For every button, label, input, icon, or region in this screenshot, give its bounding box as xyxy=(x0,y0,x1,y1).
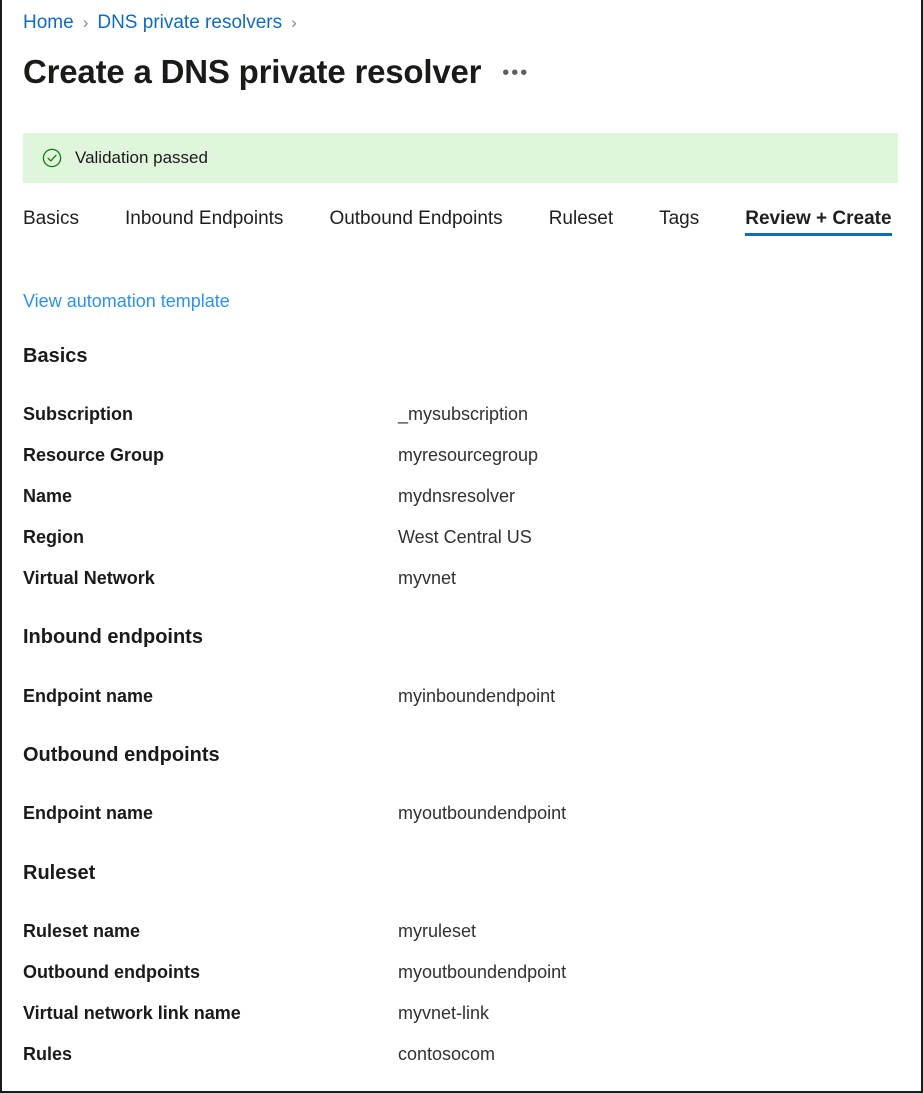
table-row: Name mydnsresolver xyxy=(23,484,538,525)
validation-banner: Validation passed xyxy=(23,133,898,183)
table-row: Rules contosocom xyxy=(23,1042,566,1066)
row-label: Subscription xyxy=(23,402,398,443)
section-rows-ruleset: Ruleset name myruleset Outbound endpoint… xyxy=(23,919,566,1066)
section-heading-outbound-endpoints: Outbound endpoints xyxy=(23,742,220,768)
row-label: Virtual network link name xyxy=(23,1001,398,1042)
tab-inbound-endpoints[interactable]: Inbound Endpoints xyxy=(125,206,283,252)
section-heading-outbound-wrap: Outbound endpoints xyxy=(23,742,220,768)
create-dns-private-resolver-page: Home › DNS private resolvers › Create a … xyxy=(2,0,921,1091)
ruleset-table: Ruleset name myruleset Outbound endpoint… xyxy=(23,919,566,1066)
section-heading-inbound-endpoints: Inbound endpoints xyxy=(23,624,203,650)
table-row: Endpoint name myoutboundendpoint xyxy=(23,801,566,825)
section-heading-basics-wrap: Basics xyxy=(23,343,88,369)
validation-banner-text: Validation passed xyxy=(75,147,208,169)
table-row: Virtual network link name myvnet-link xyxy=(23,1001,566,1042)
row-label: Endpoint name xyxy=(23,684,398,708)
section-rows-basics: Subscription _mysubscription Resource Gr… xyxy=(23,402,538,590)
basics-table: Subscription _mysubscription Resource Gr… xyxy=(23,402,538,590)
review-content: View automation template Basics Subscrip… xyxy=(23,289,901,314)
table-row: Outbound endpoints myoutboundendpoint xyxy=(23,960,566,1001)
view-automation-template-link[interactable]: View automation template xyxy=(23,289,230,314)
table-row: Ruleset name myruleset xyxy=(23,919,566,960)
row-value: _mysubscription xyxy=(398,402,538,443)
row-label: Resource Group xyxy=(23,443,398,484)
row-label: Endpoint name xyxy=(23,801,398,825)
section-heading-ruleset: Ruleset xyxy=(23,860,95,886)
row-label: Virtual Network xyxy=(23,566,398,590)
more-actions-icon[interactable]: ••• xyxy=(502,63,529,83)
inbound-endpoints-table: Endpoint name myinboundendpoint xyxy=(23,684,555,708)
row-value: mydnsresolver xyxy=(398,484,538,525)
table-row: Resource Group myresourcegroup xyxy=(23,443,538,484)
tab-outbound-endpoints[interactable]: Outbound Endpoints xyxy=(329,206,502,252)
screenshot-frame: Home › DNS private resolvers › Create a … xyxy=(0,0,923,1093)
row-label: Ruleset name xyxy=(23,919,398,960)
table-row: Subscription _mysubscription xyxy=(23,402,538,443)
row-value: myvnet-link xyxy=(398,1001,566,1042)
row-label: Region xyxy=(23,525,398,566)
row-label: Name xyxy=(23,484,398,525)
breadcrumb-item-dns-private-resolvers[interactable]: DNS private resolvers xyxy=(97,10,282,36)
row-label: Outbound endpoints xyxy=(23,960,398,1001)
row-value: myoutboundendpoint xyxy=(398,801,566,825)
tab-ruleset[interactable]: Ruleset xyxy=(549,206,613,252)
row-value: myvnet xyxy=(398,566,538,590)
breadcrumb-chevron-icon: › xyxy=(83,10,89,36)
row-value: West Central US xyxy=(398,525,538,566)
row-value: myinboundendpoint xyxy=(398,684,555,708)
page-title: Create a DNS private resolver xyxy=(23,50,481,94)
section-heading-ruleset-wrap: Ruleset xyxy=(23,860,95,886)
table-row: Region West Central US xyxy=(23,525,538,566)
tab-tags[interactable]: Tags xyxy=(659,206,699,252)
section-heading-basics: Basics xyxy=(23,343,88,369)
breadcrumb-chevron-icon: › xyxy=(291,10,297,36)
section-heading-inbound-wrap: Inbound endpoints xyxy=(23,624,203,650)
tab-basics[interactable]: Basics xyxy=(23,206,79,252)
title-row: Create a DNS private resolver ••• xyxy=(23,50,529,94)
breadcrumb: Home › DNS private resolvers › xyxy=(23,10,306,36)
table-row: Endpoint name myinboundendpoint xyxy=(23,684,555,708)
row-value: myresourcegroup xyxy=(398,443,538,484)
wizard-tabs: Basics Inbound Endpoints Outbound Endpoi… xyxy=(23,206,892,254)
section-rows-inbound-endpoints: Endpoint name myinboundendpoint xyxy=(23,684,555,708)
table-row: Virtual Network myvnet xyxy=(23,566,538,590)
row-value: myoutboundendpoint xyxy=(398,960,566,1001)
row-value: myruleset xyxy=(398,919,566,960)
tab-review-create[interactable]: Review + Create xyxy=(745,206,891,252)
section-rows-outbound-endpoints: Endpoint name myoutboundendpoint xyxy=(23,801,566,825)
row-value: contosocom xyxy=(398,1042,566,1066)
outbound-endpoints-table: Endpoint name myoutboundendpoint xyxy=(23,801,566,825)
check-circle-icon xyxy=(42,148,62,168)
breadcrumb-item-home[interactable]: Home xyxy=(23,10,74,36)
row-label: Rules xyxy=(23,1042,398,1066)
